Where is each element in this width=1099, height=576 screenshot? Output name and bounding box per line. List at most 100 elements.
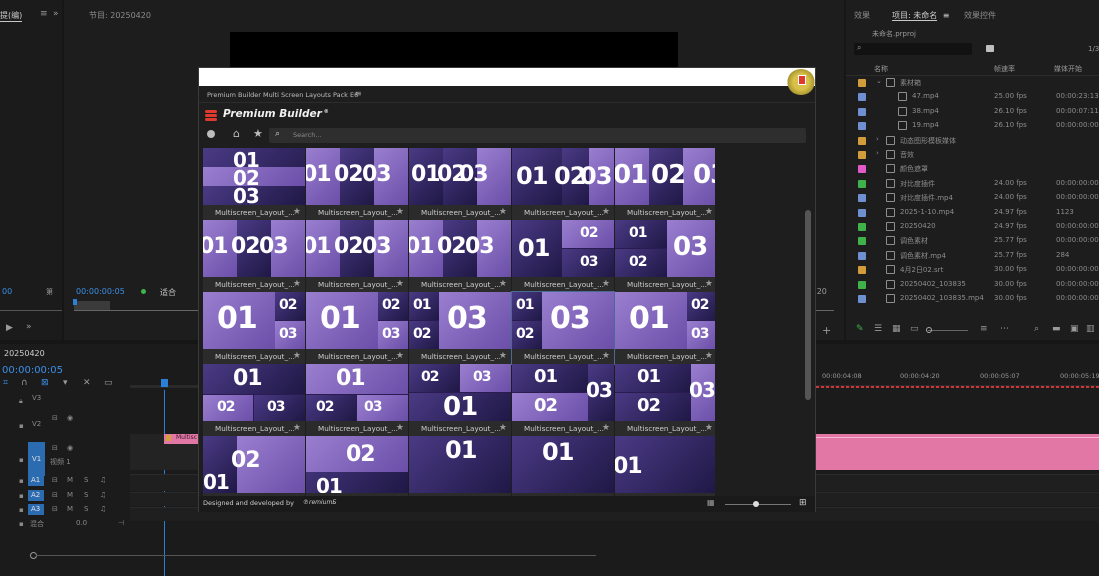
favorite-star-icon[interactable]: ★ (705, 205, 713, 220)
layout-tile[interactable]: 010203Multiscreen_Layout_...★ (615, 148, 715, 220)
layout-tile[interactable]: 010203Multiscreen_Layout_...★ (615, 364, 715, 436)
plugin-scroll-thumb[interactable] (805, 210, 811, 400)
project-list-item[interactable]: 调色素材 25.77 fps 00:00:00:00 (846, 234, 1099, 248)
favorite-star-icon[interactable]: ★ (293, 205, 301, 220)
label-color-swatch[interactable] (858, 179, 866, 188)
lock-icon[interactable]: 🔒︎ (19, 397, 23, 406)
eye-icon[interactable]: ◉ (67, 414, 73, 422)
favorite-star-icon[interactable]: ★ (705, 421, 713, 436)
lock-icon[interactable]: ▪ (19, 422, 24, 430)
track-label[interactable]: A1 (31, 476, 40, 484)
project-list-item[interactable]: 20250402_103835.mp4 30.00 fps 00:00:00:00 (846, 292, 1099, 306)
new-bin-icon[interactable]: ▬ (1052, 324, 1061, 334)
layout-tile[interactable]: 010203Multiscreen_Layout_...★ (409, 148, 511, 220)
label-color-swatch[interactable] (858, 295, 866, 303)
new-item-icon[interactable]: ▣ (1070, 324, 1079, 334)
icon-view-icon[interactable]: ▦ (892, 324, 901, 334)
lock-icon[interactable]: ▪ (19, 477, 24, 485)
label-color-swatch[interactable] (858, 251, 866, 260)
layout-tile[interactable]: 010203Multiscreen_Layout_...★ (512, 220, 614, 292)
favorite-star-icon[interactable]: ★ (499, 349, 507, 364)
tab-menu-icon[interactable]: ≡ (943, 11, 950, 20)
col-start[interactable]: 媒体开始 (1054, 64, 1082, 74)
zoom-slider-knob[interactable] (926, 327, 932, 333)
label-color-swatch[interactable] (858, 107, 866, 116)
solo-icon[interactable]: S (84, 476, 88, 484)
label-color-swatch[interactable] (858, 151, 866, 159)
sync-lock-icon[interactable]: ⊟ (52, 476, 58, 484)
layout-tile[interactable]: 010203Multiscreen_Layout_...★ (409, 220, 511, 292)
menu-icon[interactable]: ≡ (40, 9, 48, 19)
favorite-star-icon[interactable]: ★ (602, 205, 610, 220)
sync-lock-icon[interactable]: ⊟ (52, 491, 58, 499)
mix-end-icon[interactable]: ⊣ (118, 519, 124, 527)
clear-icon[interactable]: ▥ (1086, 324, 1095, 334)
layout-tile[interactable]: 010203Multiscreen_Layout_...★ (306, 148, 408, 220)
favorite-star-icon[interactable]: ★ (602, 349, 610, 364)
track-v1-label[interactable]: V1 (32, 455, 41, 463)
layout-tile[interactable]: 010203Multiscreen_Layout_...★ (512, 148, 614, 220)
program-timecode[interactable]: 00:00:00:05 (76, 287, 125, 296)
layout-tile[interactable]: 01Multiscreen_Layout_...★ (409, 436, 511, 496)
label-color-swatch[interactable] (858, 223, 866, 231)
label-color-swatch[interactable] (858, 136, 866, 145)
plugin-scrollbar[interactable] (804, 148, 812, 496)
tab-project[interactable]: 项目: 未命名 ≡ (892, 10, 950, 21)
project-list-item[interactable]: 20250402_103835 30.00 fps 00:00:00:00 (846, 278, 1099, 292)
project-list-item[interactable]: 颜色遮罩 (846, 162, 1099, 176)
zoom-slider[interactable] (928, 330, 968, 331)
timeline-timecode[interactable]: 00:00:00:05 (2, 365, 63, 376)
label-color-swatch[interactable] (858, 280, 866, 289)
grid-small-icon[interactable]: ▦ (707, 498, 715, 507)
favorite-star-icon[interactable]: ★ (705, 277, 713, 292)
mix-value[interactable]: 0.0 (76, 519, 87, 527)
expand-chevron-icon[interactable]: › (876, 149, 879, 157)
mute-icon[interactable]: M (67, 491, 73, 499)
mic-icon[interactable]: ♫ (100, 505, 106, 513)
layout-tile[interactable]: 01Multiscreen_Layout_...★ (615, 436, 715, 496)
project-list-item[interactable]: 2025-1-10.mp4 24.97 fps 1123 (846, 206, 1099, 220)
tab-source[interactable]: 提(编) (0, 10, 23, 22)
label-color-swatch[interactable] (858, 165, 866, 174)
favorite-star-icon[interactable]: ★ (396, 349, 404, 364)
lock-icon[interactable]: ▪ (19, 520, 24, 528)
tab-effects[interactable]: 效果 (854, 10, 870, 21)
favorites-star-icon[interactable]: ★ (253, 127, 263, 140)
project-list-item[interactable]: ⌄ 素材箱 (846, 76, 1099, 90)
layout-tile[interactable]: 010203Multiscreen_Layout_...★ (615, 292, 715, 364)
sync-lock-icon[interactable]: ⊟ (52, 444, 58, 452)
favorite-star-icon[interactable]: ★ (499, 205, 507, 220)
label-color-swatch[interactable] (858, 266, 866, 275)
label-color-swatch[interactable] (858, 93, 866, 102)
favorite-star-icon[interactable]: ★ (705, 349, 713, 364)
project-list-item[interactable]: 47.mp4 25.00 fps 00:00:23:13 (846, 90, 1099, 104)
mic-icon[interactable]: ♫ (100, 476, 106, 484)
timecode-left[interactable]: 00 (2, 287, 12, 296)
track-label[interactable]: A3 (31, 505, 40, 513)
close-button[interactable] (787, 69, 815, 95)
layout-tile[interactable]: 0102Multiscreen_Layout_...★ (306, 436, 408, 496)
sort-icon[interactable]: ≡ (980, 324, 988, 334)
automate-icon[interactable]: ⋯ (1000, 324, 1009, 334)
label-color-swatch[interactable] (858, 79, 866, 87)
expand-icon[interactable]: » (53, 9, 59, 19)
snap-icon[interactable]: ⌗ (3, 378, 8, 388)
caption-track-icon[interactable]: ▭ (104, 378, 113, 388)
scrub-playhead[interactable] (73, 299, 77, 305)
layout-tile[interactable]: 010203Multiscreen_Layout_...★ (306, 292, 408, 364)
bin-icon[interactable] (986, 45, 994, 52)
project-list-item[interactable]: › 音效 (846, 148, 1099, 162)
mute-icon[interactable]: M (67, 476, 73, 484)
lock-icon[interactable]: ▪ (19, 456, 24, 464)
project-list-item[interactable]: › 动态图形模板媒体 (846, 134, 1099, 148)
wrench-icon[interactable]: ✕ (83, 378, 91, 388)
favorite-star-icon[interactable]: ★ (602, 421, 610, 436)
expand-chevron-icon[interactable]: › (876, 135, 879, 143)
layout-tile[interactable]: 010203Multiscreen_Layout_...★ (306, 220, 408, 292)
favorite-star-icon[interactable]: ★ (293, 349, 301, 364)
favorite-star-icon[interactable]: ★ (396, 205, 404, 220)
home-icon[interactable]: ⌂ (233, 127, 240, 140)
project-list-item[interactable]: 调色素材.mp4 25.77 fps 284 (846, 249, 1099, 263)
project-list-item[interactable]: 对比度插件.mp4 24.00 fps 00:00:00:00 (846, 191, 1099, 205)
layout-tile[interactable]: 010203Multiscreen_Layout_...★ (203, 364, 305, 436)
